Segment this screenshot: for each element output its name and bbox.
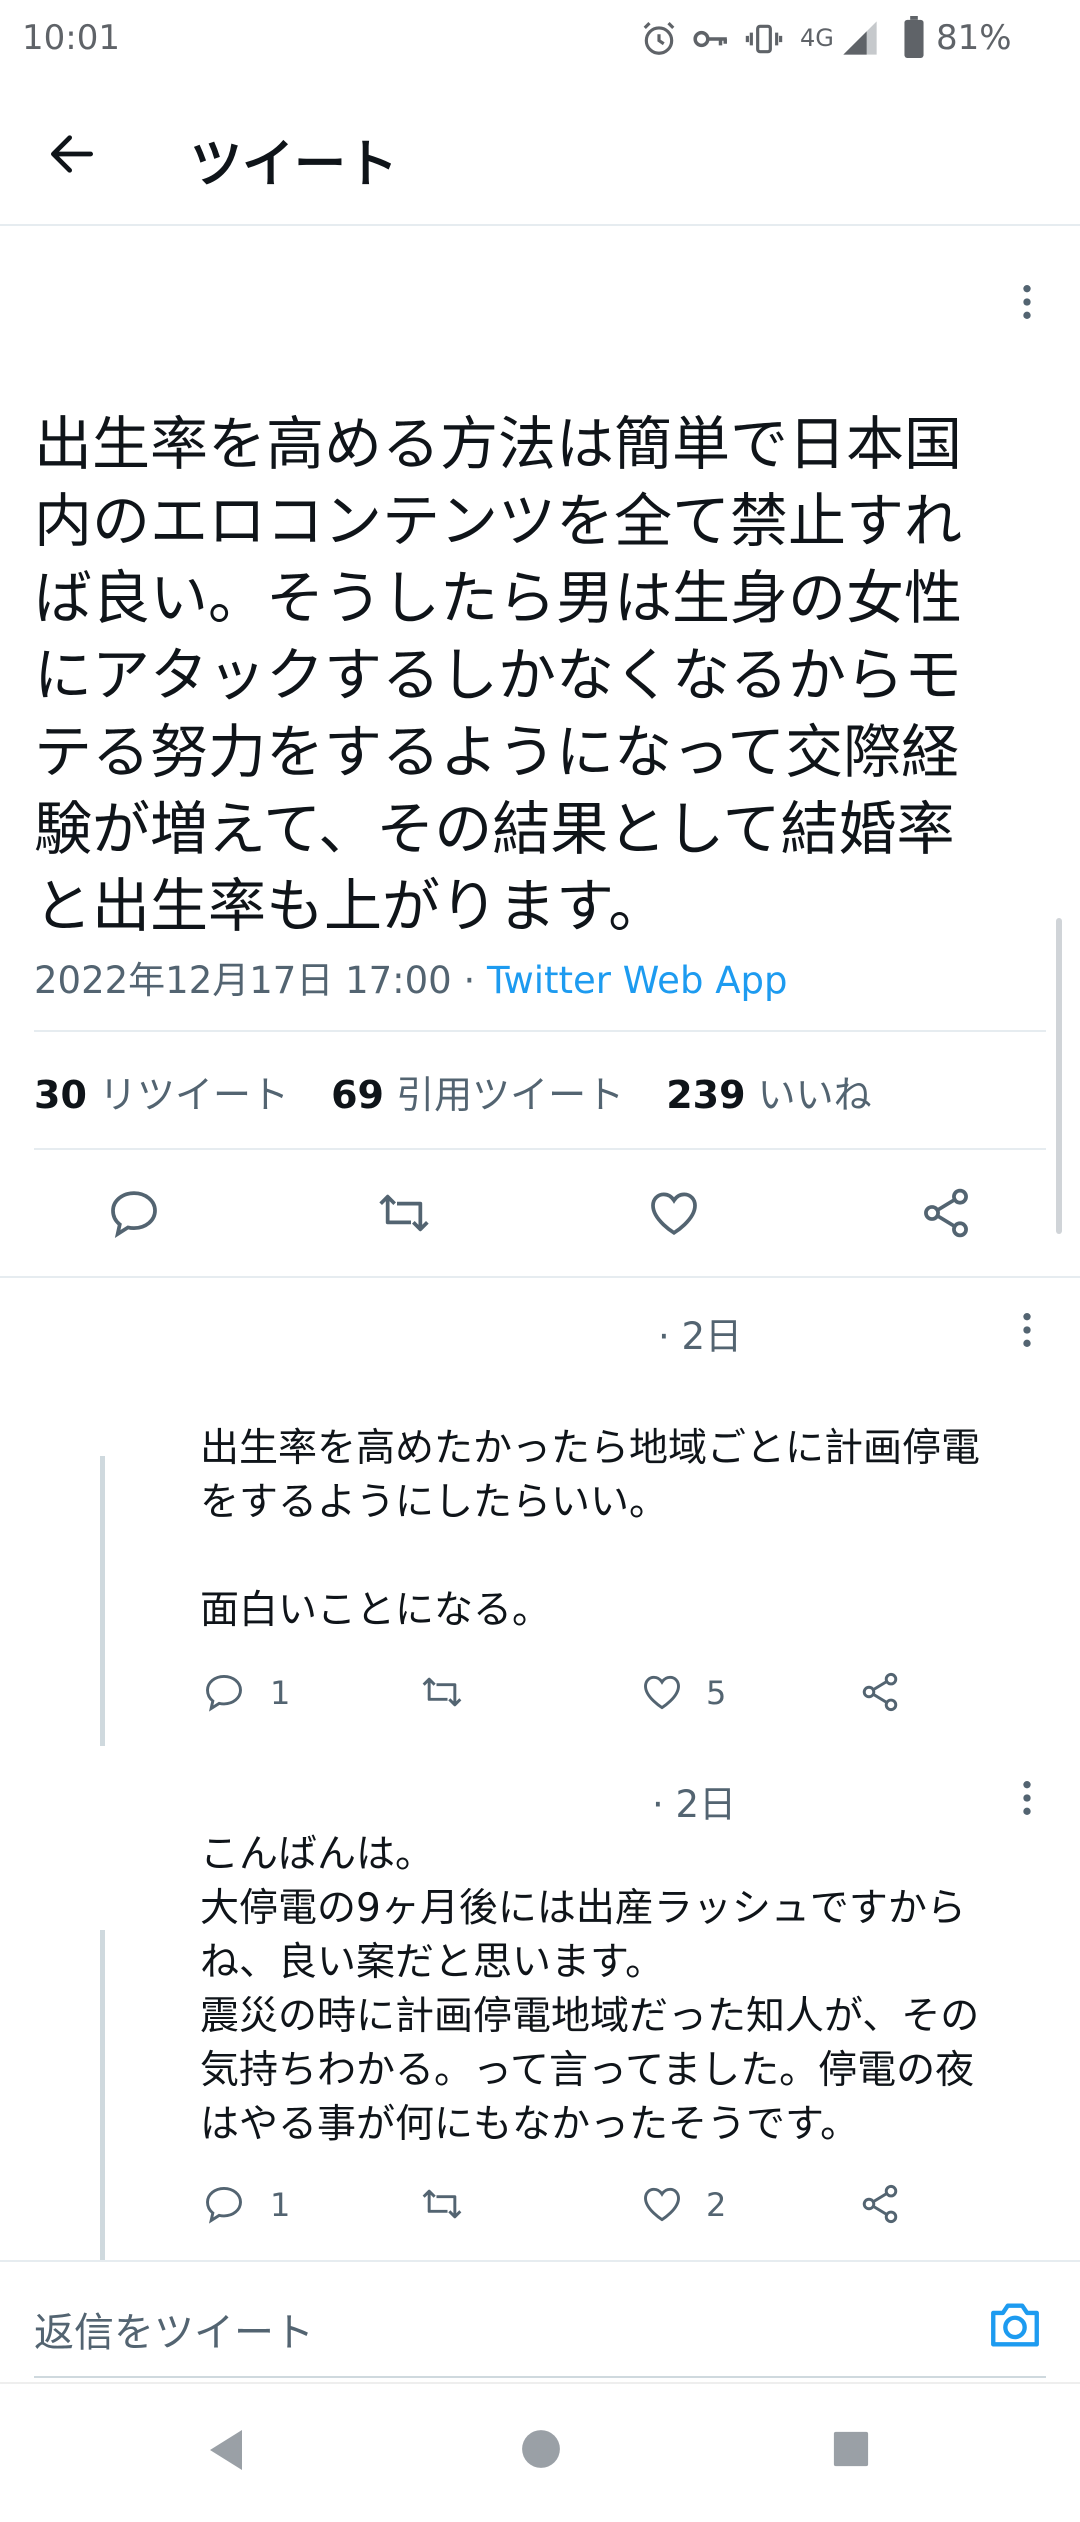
retweets-stat[interactable]: 30 リツイート [34, 1073, 289, 1117]
reply-like-count: 5 [706, 1674, 727, 1712]
nav-home-icon[interactable] [520, 2428, 562, 2470]
reply-like-icon[interactable] [640, 2182, 684, 2226]
reply-share-icon[interactable] [858, 2182, 902, 2226]
nav-recents-icon[interactable] [832, 2430, 870, 2468]
reply-text-line: ね、良い案だと思います。 [200, 1940, 665, 1985]
reply-reply-count: 1 [270, 2186, 291, 2224]
tweet-text-line: 出生率を高める方法は簡単で日本国 [34, 410, 963, 478]
tweet-text-line: 内のエロコンテンツを全て禁止すれ [34, 487, 963, 555]
likes-stat[interactable]: 239 いいね [666, 1073, 871, 1117]
likes-count: 239 [666, 1073, 746, 1117]
quotes-count: 69 [331, 1073, 384, 1117]
reply-text-line: 出生率を高めたかったら地域ごとに計画停電 [200, 1426, 981, 1471]
reply-more-icon[interactable] [1012, 1310, 1042, 1350]
status-bar: 10:01 4G 81% [0, 0, 1080, 80]
likes-label: いいね [757, 1073, 872, 1117]
battery-level: 81% [936, 18, 1012, 58]
tweet-source-link[interactable]: Twitter Web App [487, 959, 787, 1002]
share-icon[interactable] [918, 1185, 974, 1241]
tweet-meta: 2022年12月17日 17:00 · Twitter Web App [34, 950, 787, 1004]
system-nav-bar [0, 2382, 1080, 2522]
tweet-text: 出生率を高める方法は簡単で日本国 内のエロコンテンツを全て禁止すれ ば良い。そう… [34, 406, 1044, 945]
reply-text-line: 面白いことになる。 [200, 1588, 552, 1633]
reply-text-line: 大停電の9ヶ月後には出産ラッシュですから [200, 1886, 966, 1931]
reply-reply-icon[interactable] [202, 1670, 246, 1714]
vpn-key-icon [692, 22, 730, 56]
thread-line [100, 1930, 105, 2260]
header: ツイート [0, 80, 1080, 224]
like-icon[interactable] [646, 1185, 702, 1241]
quotes-stat[interactable]: 69 引用ツイート [331, 1073, 624, 1117]
tweet-text-line: と出生率も上がります。 [34, 872, 667, 940]
status-time: 10:01 [22, 18, 120, 58]
page-title: ツイート [190, 135, 399, 195]
reply-share-icon[interactable] [858, 1670, 902, 1714]
retweets-label: リツイート [98, 1073, 289, 1117]
retweets-count: 30 [34, 1073, 87, 1117]
reply-time: · 2日 [658, 1315, 743, 1358]
tweet-stats: 30 リツイート 69 引用ツイート 239 いいね [34, 1064, 872, 1119]
retweet-icon[interactable] [376, 1185, 432, 1241]
signal-icon [840, 18, 880, 58]
reply-text: こんばんは。 大停電の9ヶ月後には出産ラッシュですから ね、良い案だと思います。… [200, 1828, 1060, 2152]
reply-more-icon[interactable] [1012, 1778, 1042, 1818]
stats-divider [34, 1148, 1046, 1150]
vibrate-icon [744, 20, 784, 58]
composer-underline [34, 2376, 1046, 2378]
reply-text-line: はやる事が何にもなかったそうです。 [200, 2102, 860, 2147]
battery-icon [902, 16, 926, 58]
reply-text-line: 震災の時に計画停電地域だった知人が、その [200, 1994, 980, 2039]
reply-text: 出生率を高めたかったら地域ごとに計画停電 をするようにしたらいい。 面白いことに… [200, 1422, 1060, 1638]
reply-time: · 2日 [652, 1783, 737, 1826]
header-divider [0, 224, 1080, 226]
tweet-text-line: ば良い。そうしたら男は生身の女性 [34, 564, 963, 632]
reply-icon[interactable] [106, 1185, 162, 1241]
tweet-text-line: 験が増えて、その結果として結婚率 [34, 795, 955, 863]
reply-text-line: こんばんは。 [200, 1832, 435, 1877]
tweet-more-icon[interactable] [1012, 282, 1042, 322]
reply-item[interactable]: · 2日 こんばんは。 大停電の9ヶ月後には出産ラッシュですから ね、良い案だと… [0, 1748, 1080, 2260]
camera-icon[interactable] [986, 2298, 1044, 2352]
tweet-text-line: テる努力をするようになって交際経 [34, 718, 960, 786]
reply-item[interactable]: · 2日 出生率を高めたかったら地域ごとに計画停電 をするようにしたらいい。 面… [0, 1278, 1080, 1748]
tweet-text-line: にアタックするしかなくなるからモ [34, 641, 963, 709]
meta-divider [34, 1030, 1046, 1032]
thread-line [100, 1456, 105, 1746]
reply-composer[interactable]: 返信をツイート [0, 2262, 1080, 2382]
network-type: 4G [800, 24, 834, 52]
reply-text-line: 気持ちわかる。って言ってました。停電の夜 [200, 2048, 975, 2093]
reply-like-count: 2 [706, 2186, 727, 2224]
alarm-icon [640, 20, 678, 58]
reply-retweet-icon[interactable] [420, 1670, 464, 1714]
reply-input[interactable]: 返信をツイート [34, 2300, 314, 2358]
reply-retweet-icon[interactable] [420, 2182, 464, 2226]
reply-text-line: をするようにしたらいい。 [200, 1480, 669, 1525]
reply-reply-count: 1 [270, 1674, 291, 1712]
scrollbar-thumb[interactable] [1056, 918, 1062, 1234]
reply-like-icon[interactable] [640, 1670, 684, 1714]
tweet-date: 2022年12月17日 17:00 · [34, 959, 487, 1002]
reply-reply-icon[interactable] [202, 2182, 246, 2226]
back-arrow-icon[interactable] [44, 126, 100, 182]
nav-back-icon[interactable] [206, 2428, 246, 2472]
reply-text-line [200, 1530, 1060, 1584]
quotes-label: 引用ツイート [396, 1073, 625, 1117]
